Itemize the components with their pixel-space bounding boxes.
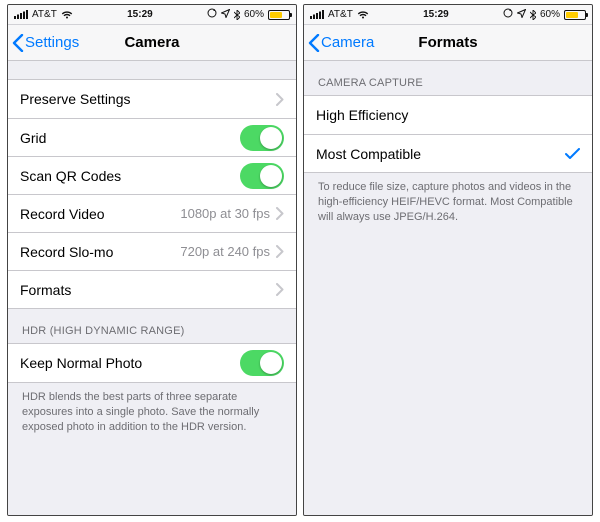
battery-pct: 60%	[540, 9, 560, 20]
carrier-label: AT&T	[32, 9, 57, 20]
chevron-right-icon	[276, 207, 284, 220]
row-detail: 720p at 240 fps	[180, 244, 270, 259]
grid-toggle[interactable]	[240, 125, 284, 151]
row-label: Preserve Settings	[20, 91, 131, 107]
wifi-icon	[357, 10, 369, 19]
wifi-icon	[61, 10, 73, 19]
row-record-slomo[interactable]: Record Slo-mo 720p at 240 fps	[8, 232, 296, 270]
content: Preserve Settings Grid Scan QR Codes	[8, 61, 296, 515]
signal-icon	[310, 10, 324, 19]
nav-bar: Camera Formats	[304, 25, 592, 61]
row-label: High Efficiency	[316, 107, 408, 123]
qr-toggle[interactable]	[240, 163, 284, 189]
row-label: Keep Normal Photo	[20, 355, 142, 371]
battery-pct: 60%	[244, 9, 264, 20]
chevron-right-icon	[276, 283, 284, 296]
row-label: Record Video	[20, 206, 105, 222]
clock: 15:29	[127, 9, 153, 20]
location-icon	[517, 9, 526, 21]
row-detail: 1080p at 30 fps	[180, 206, 270, 221]
chevron-left-icon	[12, 34, 24, 52]
chevron-right-icon	[276, 93, 284, 106]
settings-list-hdr: Keep Normal Photo	[8, 343, 296, 383]
row-keep-normal-photo: Keep Normal Photo	[8, 344, 296, 382]
settings-list-1: Preserve Settings Grid Scan QR Codes	[8, 79, 296, 309]
content: CAMERA CAPTURE High Efficiency Most Comp…	[304, 61, 592, 515]
keep-normal-toggle[interactable]	[240, 350, 284, 376]
hdr-header: HDR (HIGH DYNAMIC RANGE)	[8, 309, 296, 343]
row-record-video[interactable]: Record Video 1080p at 30 fps	[8, 194, 296, 232]
row-high-efficiency[interactable]: High Efficiency	[304, 96, 592, 134]
row-label: Formats	[20, 282, 71, 298]
chevron-right-icon	[276, 245, 284, 258]
row-formats[interactable]: Formats	[8, 270, 296, 308]
hdr-footer: HDR blends the best parts of three separ…	[8, 383, 296, 443]
status-bar: AT&T 15:29 60%	[8, 5, 296, 25]
formats-list: High Efficiency Most Compatible	[304, 95, 592, 173]
location-icon	[221, 9, 230, 21]
row-grid: Grid	[8, 118, 296, 156]
back-label: Camera	[321, 34, 374, 51]
row-most-compatible[interactable]: Most Compatible	[304, 134, 592, 172]
formats-footer: To reduce file size, capture photos and …	[304, 173, 592, 233]
back-button[interactable]: Camera	[308, 34, 374, 52]
checkmark-icon	[565, 148, 580, 160]
battery-icon	[564, 10, 586, 20]
signal-icon	[14, 10, 28, 19]
bluetooth-icon	[530, 10, 536, 20]
back-label: Settings	[25, 34, 79, 51]
row-label: Most Compatible	[316, 146, 421, 162]
row-label: Record Slo-mo	[20, 244, 113, 260]
clock: 15:29	[423, 9, 449, 20]
formats-screen: AT&T 15:29 60%	[303, 4, 593, 516]
back-button[interactable]: Settings	[12, 34, 79, 52]
row-preserve-settings[interactable]: Preserve Settings	[8, 80, 296, 118]
camera-settings-screen: AT&T 15:29 60%	[7, 4, 297, 516]
row-label: Grid	[20, 130, 46, 146]
row-label: Scan QR Codes	[20, 168, 121, 184]
nav-bar: Settings Camera	[8, 25, 296, 61]
camera-capture-header: CAMERA CAPTURE	[304, 61, 592, 95]
bluetooth-icon	[234, 10, 240, 20]
carrier-label: AT&T	[328, 9, 353, 20]
battery-icon	[268, 10, 290, 20]
chevron-left-icon	[308, 34, 320, 52]
rotation-lock-icon	[503, 8, 513, 21]
status-bar: AT&T 15:29 60%	[304, 5, 592, 25]
row-scan-qr: Scan QR Codes	[8, 156, 296, 194]
rotation-lock-icon	[207, 8, 217, 21]
